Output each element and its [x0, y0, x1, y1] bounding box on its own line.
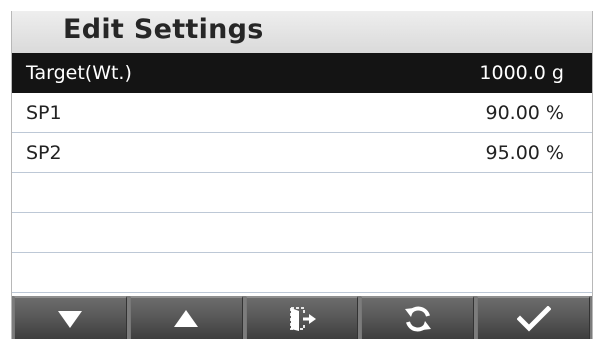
checkmark-icon	[516, 305, 551, 332]
list-item-empty	[12, 173, 592, 213]
confirm-button[interactable]	[477, 296, 590, 339]
list-item-label: SP2	[26, 142, 62, 164]
list-item-sp1[interactable]: SP1 90.00 %	[12, 93, 592, 133]
list-item-empty	[12, 213, 592, 253]
title-bar: Edit Settings	[12, 11, 592, 53]
exit-icon	[289, 306, 316, 331]
exit-button[interactable]	[245, 296, 359, 339]
toolbar	[12, 296, 592, 339]
refresh-button[interactable]	[361, 296, 475, 339]
settings-list: Target(Wt.) 1000.0 g SP1 90.00 % SP2 95.…	[12, 53, 592, 293]
arrow-down-icon	[58, 310, 83, 328]
list-item-target-weight[interactable]: Target(Wt.) 1000.0 g	[12, 53, 592, 93]
list-item-value: 90.00 %	[485, 102, 565, 124]
list-item-label: SP1	[26, 102, 62, 124]
page-title: Edit Settings	[63, 14, 264, 45]
list-item-label: Target(Wt.)	[26, 62, 132, 84]
refresh-icon	[404, 306, 431, 331]
scroll-down-button[interactable]	[14, 296, 127, 339]
list-item-empty	[12, 253, 592, 293]
settings-screen: Edit Settings Target(Wt.) 1000.0 g SP1 9…	[11, 11, 593, 339]
arrow-up-icon	[174, 309, 199, 327]
list-item-value: 95.00 %	[485, 142, 565, 164]
list-item-sp2[interactable]: SP2 95.00 %	[12, 133, 592, 173]
scroll-up-button[interactable]	[129, 296, 243, 339]
list-item-value: 1000.0 g	[479, 62, 564, 84]
